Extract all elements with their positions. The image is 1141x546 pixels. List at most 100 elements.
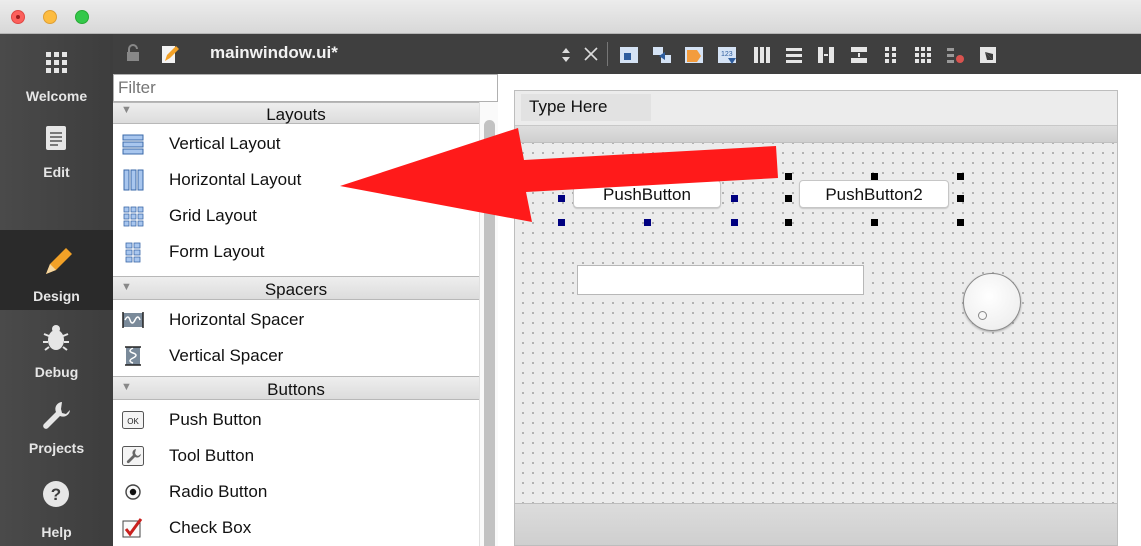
dial-widget[interactable] xyxy=(963,273,1021,331)
widget-label: Horizontal Layout xyxy=(169,170,302,189)
lay-out-vertically-icon[interactable] xyxy=(783,44,805,66)
filter-input[interactable] xyxy=(113,74,498,102)
push-button-1[interactable]: PushButton xyxy=(573,180,721,208)
widget-horizontal-layout[interactable]: Horizontal Layout xyxy=(113,162,479,198)
check-box-icon xyxy=(122,518,143,538)
selection-handle[interactable] xyxy=(644,219,651,226)
category-label: Layouts xyxy=(266,105,326,124)
selection-handle[interactable] xyxy=(644,173,651,180)
selection-handle[interactable] xyxy=(731,219,738,226)
form-status-bar xyxy=(515,503,1117,545)
mode-design[interactable]: Design xyxy=(0,230,113,310)
category-layouts[interactable]: ▼ Layouts xyxy=(113,102,479,124)
type-here-menu[interactable]: Type Here xyxy=(521,94,651,121)
splitter-horizontal-icon[interactable] xyxy=(815,44,837,66)
edit-tab-order-icon[interactable]: 123 xyxy=(716,44,738,66)
close-window-button[interactable] xyxy=(11,10,25,24)
mode-help[interactable]: ? Help xyxy=(0,464,113,546)
mode-debug[interactable]: Debug xyxy=(0,310,113,386)
vertical-spacer-icon xyxy=(125,346,141,366)
bug-icon xyxy=(43,325,69,351)
widget-label: Push Button xyxy=(169,410,262,429)
widget-check-box[interactable]: Check Box xyxy=(113,510,479,546)
selection-handle[interactable] xyxy=(871,173,878,180)
widget-vertical-layout[interactable]: Vertical Layout xyxy=(113,126,479,162)
selection-handle[interactable] xyxy=(785,195,792,202)
widget-box-scrollbar[interactable] xyxy=(479,102,498,546)
toolbar-separator xyxy=(607,42,608,66)
break-layout-icon[interactable] xyxy=(944,44,966,66)
mode-projects[interactable]: Projects xyxy=(0,386,113,462)
widget-push-button[interactable]: OK Push Button xyxy=(113,402,479,438)
category-label: Buttons xyxy=(267,380,325,399)
mode-label: Edit xyxy=(43,164,70,180)
edit-signals-slots-icon[interactable] xyxy=(651,44,673,66)
widget-label: Tool Button xyxy=(169,446,255,465)
mode-welcome[interactable]: Welcome xyxy=(0,34,113,110)
category-spacers[interactable]: ▼ Spacers xyxy=(113,276,479,300)
wrench-icon xyxy=(43,402,70,429)
scrollbar-thumb[interactable] xyxy=(484,120,495,546)
selection-handle[interactable] xyxy=(731,173,738,180)
window-title-bar xyxy=(0,0,1141,34)
minimize-window-button[interactable] xyxy=(43,10,57,24)
close-document-icon[interactable] xyxy=(583,46,599,62)
widget-tool-button[interactable]: Tool Button xyxy=(113,438,479,474)
widget-label: Horizontal Spacer xyxy=(169,310,305,329)
widget-horizontal-spacer[interactable]: Horizontal Spacer xyxy=(113,302,479,338)
mode-label: Projects xyxy=(28,440,85,456)
selection-handle[interactable] xyxy=(558,219,565,226)
widget-label: Form Layout xyxy=(169,242,265,261)
widget-vertical-spacer[interactable]: Vertical Spacer xyxy=(113,338,479,374)
selection-handle[interactable] xyxy=(558,195,565,202)
selection-handle[interactable] xyxy=(785,173,792,180)
lay-out-horizontally-icon[interactable] xyxy=(751,44,773,66)
dial-notch xyxy=(978,311,987,320)
central-widget[interactable]: PushButton PushButton2 xyxy=(515,143,1117,503)
edit-buddies-icon[interactable] xyxy=(683,44,705,66)
horizontal-layout-icon xyxy=(123,169,144,191)
widget-grid-layout[interactable]: Grid Layout xyxy=(113,198,479,234)
lay-out-in-grid-icon[interactable] xyxy=(912,44,934,66)
mode-label: Design xyxy=(33,288,80,304)
selection-handle[interactable] xyxy=(957,173,964,180)
widget-form-layout[interactable]: Form Layout xyxy=(113,234,479,270)
svg-text:123: 123 xyxy=(721,51,733,58)
selection-handle[interactable] xyxy=(785,219,792,226)
updown-icon[interactable] xyxy=(560,46,572,64)
widget-radio-button[interactable]: Radio Button xyxy=(113,474,479,510)
form-toolbar-area xyxy=(515,125,1117,143)
line-edit[interactable] xyxy=(577,265,864,295)
selection-handle[interactable] xyxy=(731,195,738,202)
selection-handle[interactable] xyxy=(871,219,878,226)
ui-file-icon xyxy=(162,46,179,63)
mode-edit[interactable]: Edit xyxy=(0,110,113,186)
widget-label: Vertical Spacer xyxy=(169,346,284,365)
selection-handle[interactable] xyxy=(957,195,964,202)
edit-widgets-icon[interactable] xyxy=(618,44,640,66)
question-icon: ? xyxy=(43,481,69,507)
form-layout-icon xyxy=(125,242,141,263)
widget-label: Radio Button xyxy=(169,482,268,501)
form-menu-bar[interactable]: Type Here xyxy=(515,91,1117,125)
widget-box: ▼ Layouts Vertical Layout Horizontal Lay… xyxy=(113,74,498,546)
push-button-icon: OK xyxy=(122,411,144,429)
vertical-layout-icon xyxy=(122,134,144,155)
zoom-window-button[interactable] xyxy=(75,10,89,24)
mode-sidebar: Welcome Edit Design Debug Projects ? Hel… xyxy=(0,34,113,546)
category-label: Spacers xyxy=(264,280,328,299)
main-window-form[interactable]: Type Here PushButton PushButton2 xyxy=(514,90,1118,546)
document-icon xyxy=(46,126,66,150)
splitter-vertical-icon[interactable] xyxy=(848,44,870,66)
grid-icon xyxy=(46,52,67,73)
radio-button-icon xyxy=(125,484,141,500)
lay-out-in-form-icon[interactable] xyxy=(880,44,902,66)
document-title: mainwindow.ui* xyxy=(210,43,338,62)
adjust-size-icon[interactable] xyxy=(977,44,999,66)
selection-handle[interactable] xyxy=(957,219,964,226)
category-buttons[interactable]: ▼ Buttons xyxy=(113,376,479,400)
push-button-2[interactable]: PushButton2 xyxy=(799,180,949,208)
horizontal-spacer-icon xyxy=(122,312,144,328)
svg-text:?: ? xyxy=(51,485,61,504)
editor-toolbar: mainwindow.ui* 123 xyxy=(113,34,1141,74)
